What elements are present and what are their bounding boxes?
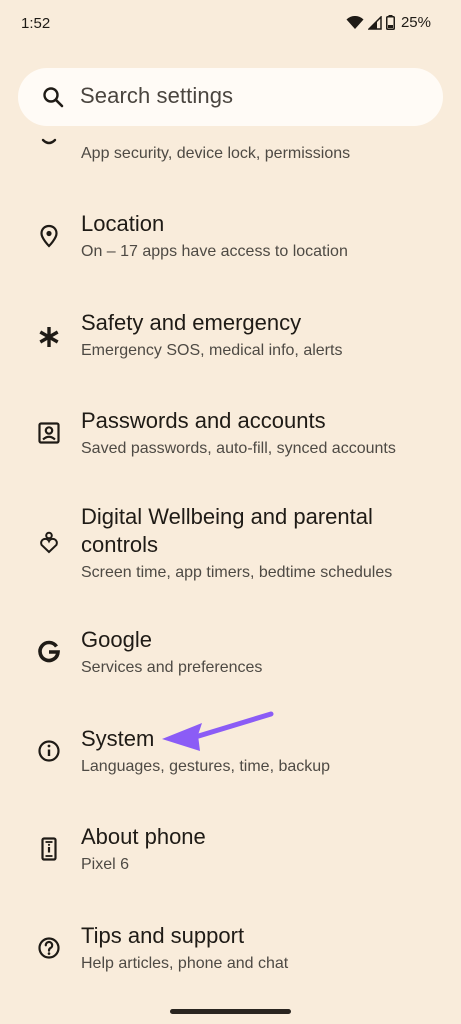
settings-item-about-phone[interactable]: About phone Pixel 6	[0, 818, 461, 888]
settings-item-subtitle: Screen time, app timers, bedtime schedul…	[81, 564, 393, 581]
settings-item-security[interactable]: App security, device lock, permissions	[0, 128, 461, 178]
settings-item-subtitle: App security, device lock, permissions	[81, 145, 351, 162]
settings-item-digital-wellbeing[interactable]: Digital Wellbeing and parental controls …	[0, 500, 461, 590]
annotation-arrow-icon	[162, 711, 274, 751]
status-icons: 25%	[346, 14, 431, 31]
settings-item-subtitle: Saved passwords, auto-fill, synced accou…	[81, 440, 396, 457]
settings-item-subtitle: On – 17 apps have access to location	[81, 243, 348, 260]
security-icon	[41, 138, 57, 145]
location-pin-icon	[40, 224, 58, 248]
status-bar: 1:52 25%	[0, 0, 461, 50]
settings-item-title: System	[81, 726, 155, 751]
settings-item-subtitle: Languages, gestures, time, backup	[81, 758, 331, 775]
settings-item-title: Location	[81, 211, 165, 236]
cellular-signal-icon	[367, 15, 382, 30]
info-icon	[38, 740, 60, 762]
battery-percentage: 25%	[400, 14, 431, 31]
settings-item-title: Safety and emergency	[81, 310, 302, 335]
help-icon	[38, 937, 60, 959]
settings-item-title: Tips and support	[81, 923, 245, 948]
wifi-icon	[346, 15, 364, 29]
google-g-icon	[38, 640, 60, 663]
settings-item-passwords-accounts[interactable]: Passwords and accounts Saved passwords, …	[0, 402, 461, 472]
search-bar[interactable]: Search settings	[18, 68, 443, 126]
settings-item-title: Passwords and accounts	[81, 408, 326, 433]
settings-item-location[interactable]: Location On – 17 apps have access to loc…	[0, 205, 461, 275]
settings-item-tips-support[interactable]: Tips and support Help articles, phone an…	[0, 917, 461, 987]
settings-item-subtitle: Pixel 6	[81, 856, 130, 873]
settings-item-subtitle: Emergency SOS, medical info, alerts	[81, 342, 343, 359]
settings-screen: 1:52 25% Search settings App security, d…	[0, 0, 461, 1024]
settings-item-safety-emergency[interactable]: Safety and emergency Emergency SOS, medi…	[0, 304, 461, 374]
status-time: 1:52	[21, 15, 51, 32]
phone-icon	[41, 837, 57, 861]
settings-item-subtitle: Services and preferences	[81, 659, 263, 676]
settings-item-subtitle: Help articles, phone and chat	[81, 955, 289, 972]
settings-item-google[interactable]: Google Services and preferences	[0, 621, 461, 691]
settings-item-title: Google	[81, 627, 152, 652]
search-icon	[43, 87, 64, 108]
gesture-nav-handle[interactable]	[170, 1009, 291, 1014]
account-box-icon	[38, 422, 60, 444]
asterisk-icon	[39, 327, 59, 347]
wellbeing-icon	[40, 531, 58, 554]
settings-item-title: Digital Wellbeing and parental	[81, 504, 373, 529]
settings-item-title: About phone	[81, 824, 206, 849]
battery-icon	[385, 15, 395, 30]
search-placeholder: Search settings	[80, 83, 234, 108]
settings-item-title-line2: controls	[81, 532, 159, 557]
